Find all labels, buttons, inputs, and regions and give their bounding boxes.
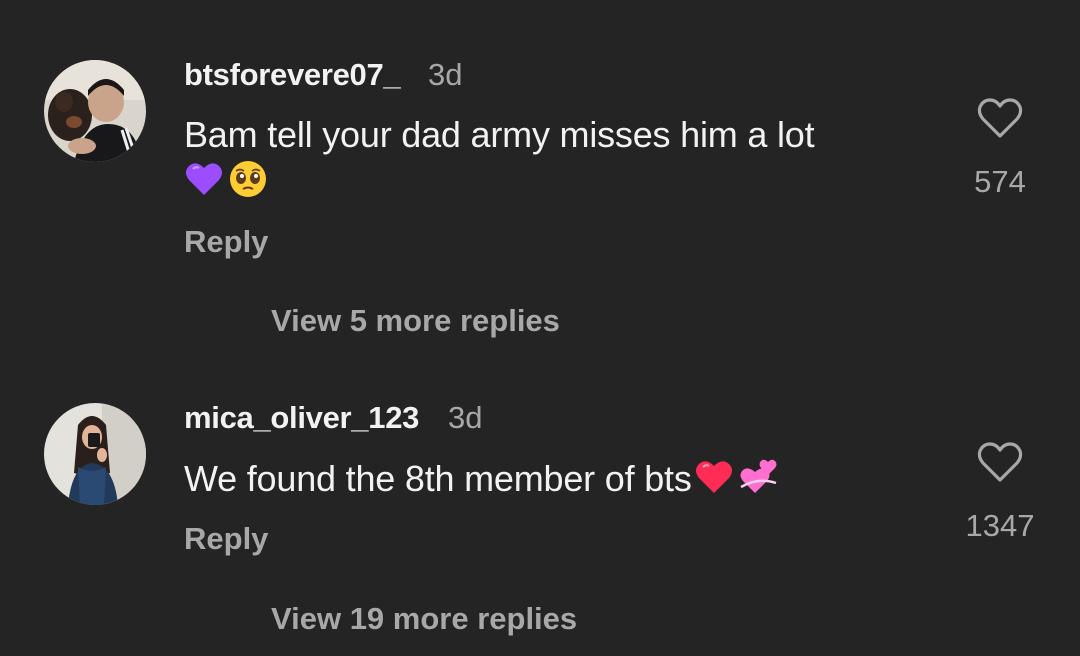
like-count: 1347 <box>965 508 1035 543</box>
like-control: 1347 <box>940 440 1060 544</box>
comment-item: mica_oliver_123 3d We found the 8th memb… <box>0 0 1080 656</box>
timestamp: 3d <box>448 400 483 435</box>
comment-text: We found the 8th member of bts <box>184 456 924 502</box>
avatar[interactable] <box>44 403 146 505</box>
comment-text-line: We found the 8th member of bts <box>184 458 692 499</box>
avatar-photo <box>44 403 146 505</box>
heart-outline-icon[interactable] <box>976 440 1024 484</box>
two-hearts-emoji <box>739 459 777 493</box>
view-more-replies-button[interactable]: View 19 more replies <box>271 601 577 637</box>
username[interactable]: mica_oliver_123 <box>184 400 419 436</box>
reply-button[interactable]: Reply <box>184 521 268 557</box>
red-heart-emoji <box>695 461 732 493</box>
